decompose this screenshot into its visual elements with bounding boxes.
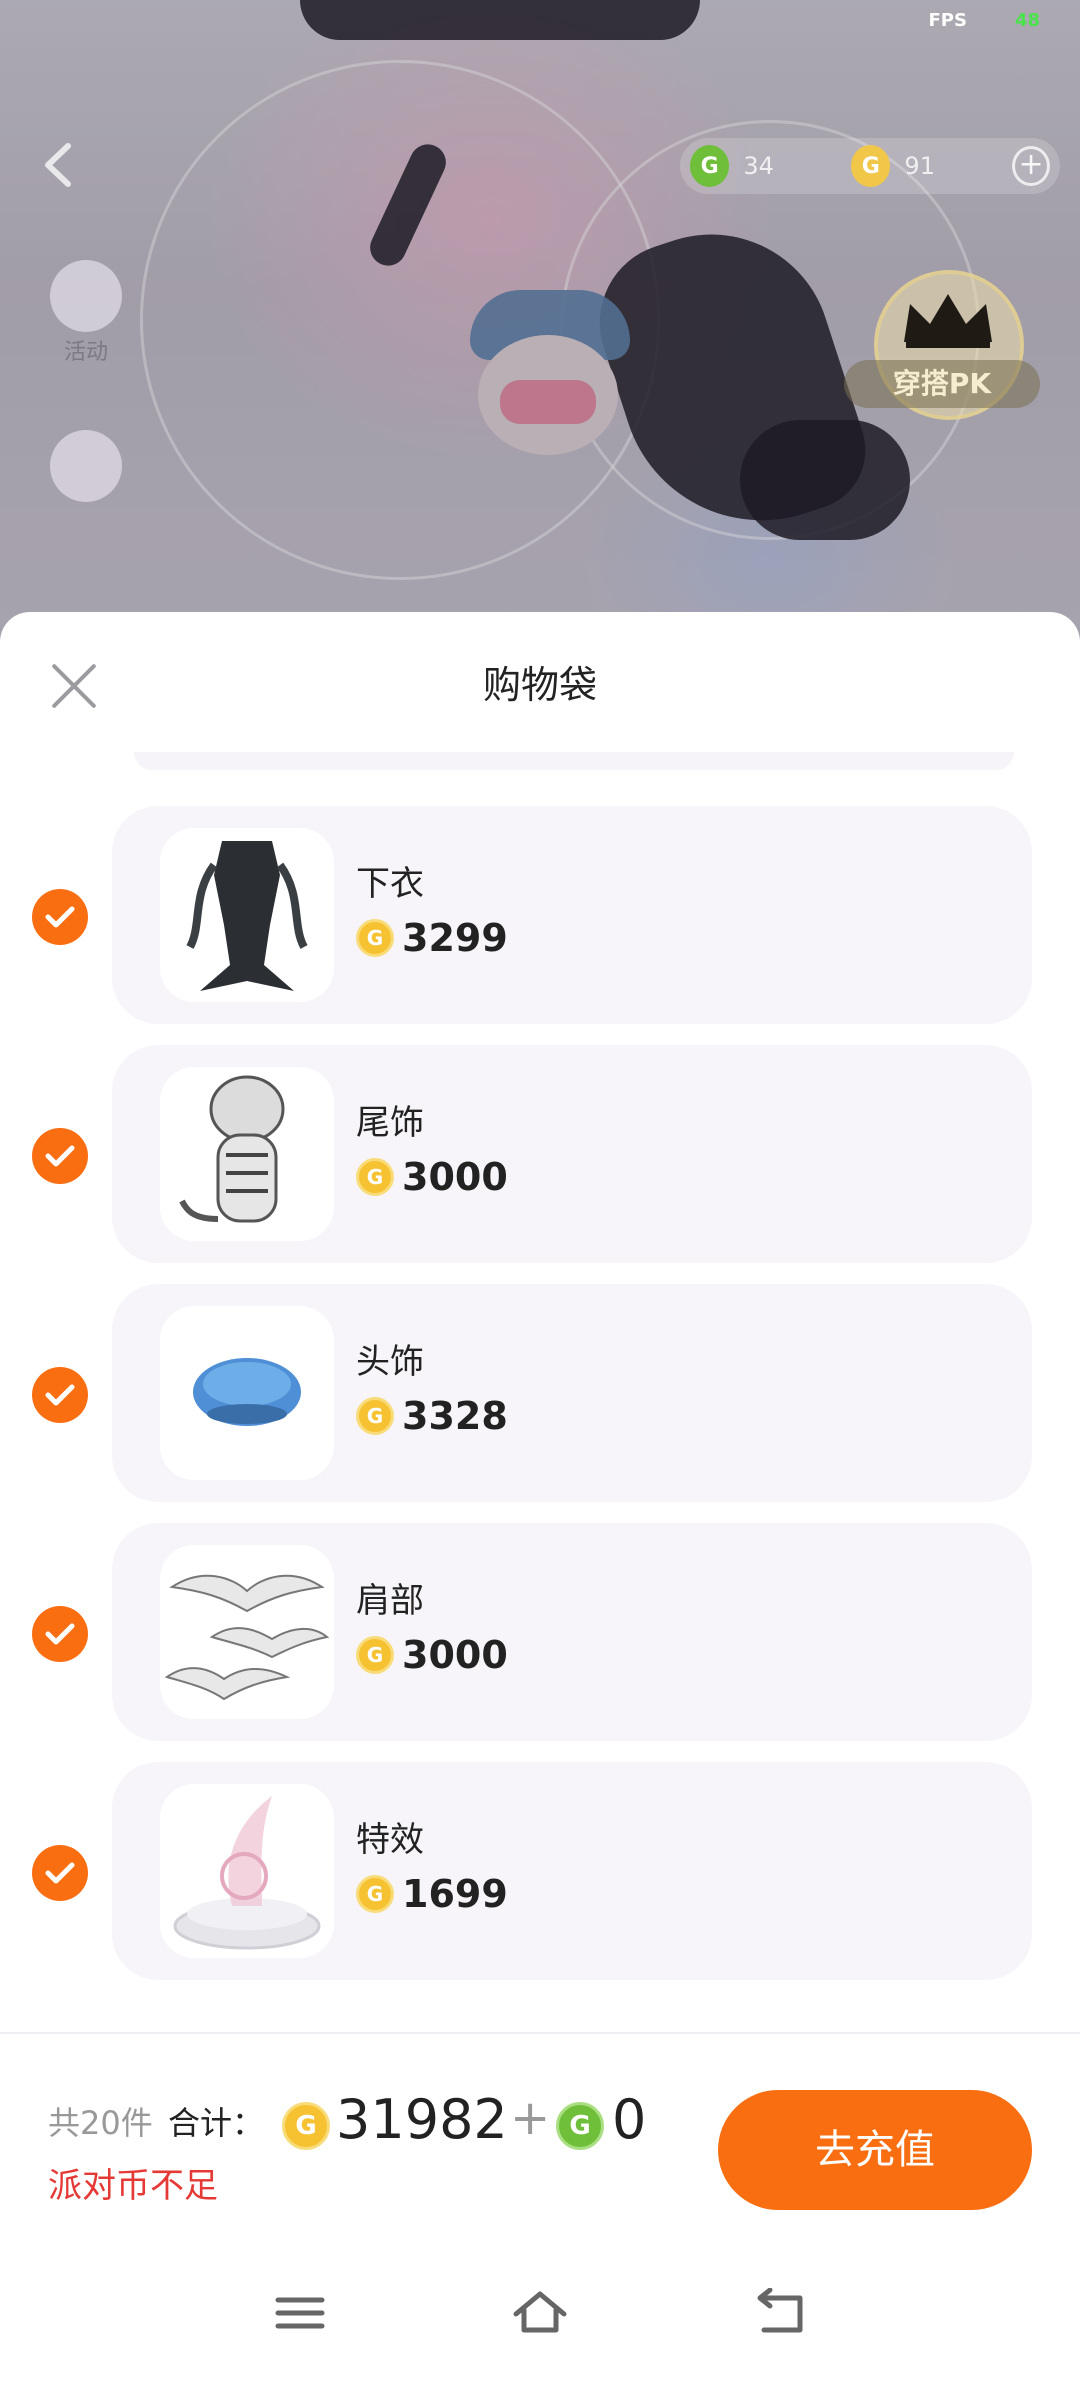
- item-thumbnail: [160, 1784, 334, 1958]
- item-checkbox[interactable]: [32, 1367, 88, 1423]
- item-thumbnail: [160, 1545, 334, 1719]
- green-coin-balance: 34: [743, 152, 774, 180]
- item-name: 肩部: [356, 1581, 424, 1621]
- green-total: 0: [612, 2088, 647, 2151]
- item-checkbox[interactable]: [32, 1128, 88, 1184]
- activity-button[interactable]: 活动: [46, 260, 126, 365]
- item-name: 下衣: [356, 864, 424, 904]
- item-thumbnail: [160, 828, 334, 1002]
- back-icon[interactable]: [750, 2288, 810, 2338]
- cart-item: 肩部 G 3000: [0, 1523, 1080, 1741]
- item-card[interactable]: 肩部 G 3000: [112, 1523, 1032, 1741]
- flower-icon: [50, 430, 122, 502]
- previous-item-edge: [134, 752, 1014, 770]
- item-name: 特效: [356, 1820, 424, 1860]
- green-coin-icon: G: [690, 145, 730, 187]
- mermaid-tail-skirt-icon: [186, 841, 308, 991]
- blue-beret-icon: [193, 1358, 301, 1426]
- item-checkbox[interactable]: [32, 1845, 88, 1901]
- system-navigation-bar: [0, 2232, 1080, 2392]
- cart-item: 特效 G 1699: [0, 1762, 1080, 1980]
- white-tiger-icon: [179, 1075, 285, 1223]
- checkmark-icon: [45, 1862, 75, 1884]
- item-price-value: 1699: [402, 1872, 508, 1916]
- item-price-value: 3000: [402, 1633, 508, 1677]
- activity-label: 活动: [63, 340, 108, 365]
- cart-item: 下衣 G 3299: [0, 806, 1080, 1024]
- back-arrow-icon[interactable]: [38, 140, 78, 190]
- sheet-title: 购物袋: [482, 663, 597, 707]
- cart-item: 尾饰 G 3000: [0, 1045, 1080, 1263]
- recharge-button[interactable]: 去充值: [718, 2090, 1032, 2210]
- gold-coin-balance: 91: [904, 152, 935, 180]
- item-card[interactable]: 头饰 G 3328: [112, 1284, 1032, 1502]
- item-price-value: 3000: [402, 1155, 508, 1199]
- outfit-pk-label[interactable]: 穿搭PK: [844, 360, 1040, 408]
- cart-item-list[interactable]: 下衣 G 3299 尾饰 G 3000 头饰 G 3328 肩部 G 3000 …: [0, 752, 1080, 2032]
- checkmark-icon: [45, 1145, 75, 1167]
- fps-counter: FPS 48: [928, 10, 1040, 31]
- side-menu-button[interactable]: [46, 430, 126, 530]
- fps-value: 48: [1014, 10, 1040, 31]
- checkmark-icon: [45, 1384, 75, 1406]
- gold-coin-icon: G: [356, 1875, 394, 1913]
- gold-coin-icon: G: [356, 919, 394, 957]
- item-checkbox[interactable]: [32, 1606, 88, 1662]
- fps-label: FPS: [928, 10, 967, 31]
- gold-coin-icon: G: [356, 1158, 394, 1196]
- item-thumbnail: [160, 1067, 334, 1241]
- item-price-value: 3328: [402, 1394, 508, 1438]
- insufficient-balance-warning: 派对币不足: [48, 2166, 218, 2206]
- cart-item: 头饰 G 3328: [0, 1284, 1080, 1502]
- gold-total: 31982: [336, 2088, 508, 2151]
- item-count: 共20件: [48, 2104, 153, 2142]
- item-card[interactable]: 特效 G 1699: [112, 1762, 1032, 1980]
- checkmark-icon: [45, 906, 75, 928]
- game-background: FPS 48 活动 G 34 G 91 + 穿搭PK: [0, 0, 1080, 640]
- sheet-header: 购物袋: [0, 612, 1080, 752]
- item-price: G 3328: [356, 1394, 508, 1438]
- item-price: G 3299: [356, 916, 508, 960]
- item-price-value: 3299: [402, 916, 508, 960]
- total-label: 合计：: [168, 2104, 265, 2142]
- item-card[interactable]: 尾饰 G 3000: [112, 1045, 1032, 1263]
- item-checkbox[interactable]: [32, 889, 88, 945]
- item-price: G 3000: [356, 1155, 508, 1199]
- home-icon[interactable]: [510, 2288, 570, 2338]
- item-price: G 3000: [356, 1633, 508, 1677]
- item-name: 尾饰: [356, 1103, 424, 1143]
- add-currency-button[interactable]: +: [1012, 146, 1050, 186]
- item-thumbnail: [160, 1306, 334, 1480]
- crown-icon: [904, 294, 992, 348]
- plus-sign: +: [510, 2090, 551, 2146]
- white-eagles-icon: [164, 1574, 330, 1701]
- item-price: G 1699: [356, 1872, 508, 1916]
- gold-coin-icon: G: [282, 2102, 330, 2150]
- green-coin-icon: G: [556, 2102, 604, 2150]
- item-card[interactable]: 下衣 G 3299: [112, 806, 1032, 1024]
- menu-icon[interactable]: [270, 2288, 330, 2338]
- balloon-icon: [50, 260, 122, 332]
- crystal-pedestal-icon: [173, 1796, 321, 1950]
- item-name: 头饰: [356, 1342, 424, 1382]
- gold-coin-icon: G: [851, 145, 891, 187]
- gold-coin-icon: G: [356, 1397, 394, 1435]
- currency-bar: G 34 G 91 +: [680, 138, 1060, 194]
- gold-coin-icon: G: [356, 1636, 394, 1674]
- checkout-bar: 共20件 合计： G 31982 + G 0 派对币不足 去充值: [0, 2032, 1080, 2232]
- checkmark-icon: [45, 1623, 75, 1645]
